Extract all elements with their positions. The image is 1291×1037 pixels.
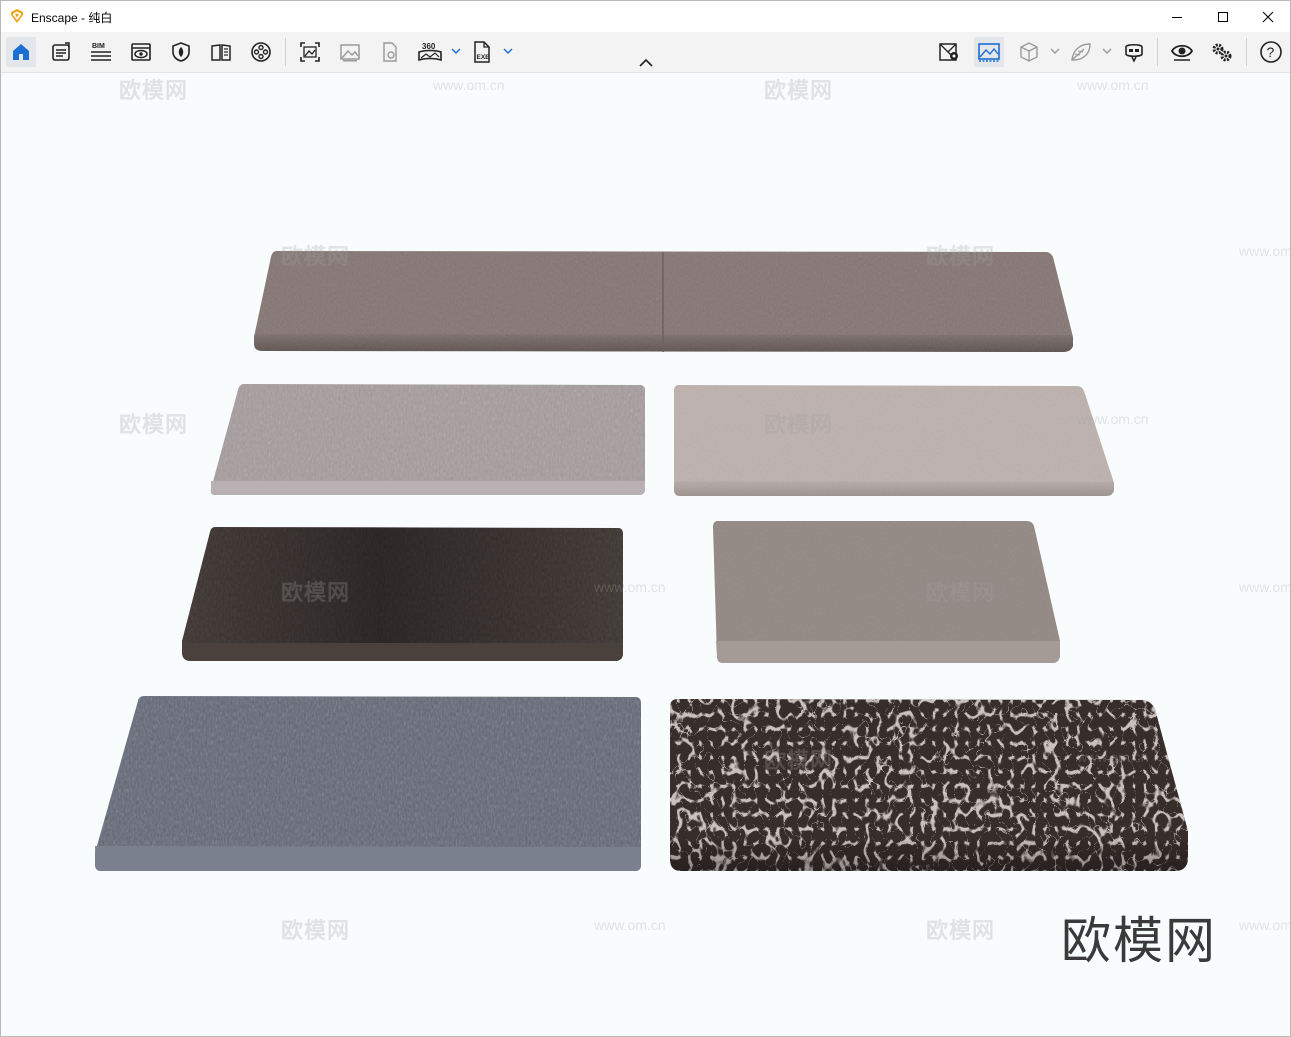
image-icon [340, 44, 360, 62]
panorama-chevron-down-icon[interactable] [451, 46, 461, 56]
eye-icon [1170, 44, 1194, 61]
watermark-url: www.om.cn [1239, 243, 1290, 259]
watermark-logo: 欧模网 [281, 580, 351, 605]
gears-icon [1212, 43, 1232, 62]
minimize-icon [1172, 16, 1182, 18]
landscape-icon [978, 43, 1000, 62]
watermark-logo: 欧模网 [926, 244, 996, 269]
cushion-scene [95, 251, 1188, 871]
watermark-url: www.om.cn [1077, 749, 1149, 765]
map-pin-icon [939, 43, 958, 61]
panorama-360-icon: 360 [418, 42, 442, 62]
watermark-url: www.om.cn [594, 917, 666, 933]
window-title: Enscape - 纯白 [31, 11, 113, 25]
enscape-logo-icon [11, 9, 23, 23]
film-reel-icon [251, 42, 271, 62]
watermark-logo: 欧模网 [926, 580, 996, 605]
maximize-icon [1218, 11, 1228, 22]
help-button[interactable]: ? [1256, 37, 1286, 67]
beige-linen-cushion[interactable] [674, 385, 1114, 496]
collaborative-annotation-button[interactable] [934, 37, 964, 67]
watermark-url: www.om.cn [1077, 77, 1149, 93]
close-icon [1262, 11, 1274, 22]
cube-icon [1020, 42, 1038, 62]
vr-headset-button[interactable] [1119, 37, 1149, 67]
toolbar-separator [285, 38, 286, 66]
general-settings-button[interactable] [1207, 37, 1237, 67]
orthographic-button[interactable] [1014, 37, 1044, 67]
help-icon: ? [1260, 41, 1282, 63]
home-button[interactable] [6, 37, 36, 67]
orthographic-chevron-down-icon[interactable] [1050, 46, 1060, 56]
croc-leather-cushion[interactable] [670, 699, 1188, 871]
video-editor-button[interactable] [246, 37, 276, 67]
watermark-url: www.om.cn [1239, 579, 1290, 595]
panorama-button[interactable]: 360 [415, 37, 445, 67]
visual-settings-button[interactable] [1167, 37, 1197, 67]
brand-logo: 欧模网 [1061, 912, 1217, 970]
taupe-velvet-cushion[interactable] [713, 521, 1060, 663]
toolbar-separator [1246, 38, 1247, 66]
svg-text:360: 360 [422, 42, 436, 51]
vr-headset-icon [1125, 43, 1143, 63]
watermark-url: www.om.cn [594, 579, 666, 595]
svg-text:BIM: BIM [92, 43, 105, 50]
svg-text:?: ? [1267, 44, 1275, 60]
home-icon [13, 44, 29, 60]
svg-text:EXE: EXE [477, 54, 491, 61]
book-icon [211, 44, 231, 61]
bim-button[interactable]: BIM [86, 37, 116, 67]
collapse-toolbar-chevron-up-icon[interactable] [637, 57, 655, 69]
sync-views-button[interactable] [974, 37, 1004, 67]
views-button[interactable] [126, 37, 156, 67]
maximize-button[interactable] [1200, 1, 1246, 32]
export-exe-chevron-down-icon[interactable] [503, 46, 513, 56]
eye-frame-icon [131, 43, 151, 61]
watermark-logo: 欧模网 [764, 748, 834, 773]
watermark-logo: 欧模网 [281, 918, 351, 943]
clipboard-icon [52, 42, 70, 61]
file-gear-icon [383, 42, 397, 62]
screenshot-button[interactable] [295, 37, 325, 67]
batch-render-button[interactable] [335, 37, 365, 67]
dark-leather-cushion[interactable] [182, 527, 623, 661]
watermark-logo: 欧模网 [926, 918, 996, 943]
watermark-logo: 欧模网 [119, 412, 189, 437]
watermark-url: www.om.cn [433, 77, 505, 93]
watermark-logo: 欧模网 [281, 244, 351, 269]
leaf-icon [1071, 43, 1091, 61]
watermark-url: www.om.cn [433, 411, 505, 427]
materials-chevron-down-icon[interactable] [1102, 46, 1112, 56]
asset-library-button[interactable] [166, 37, 196, 67]
materials-button[interactable] [1066, 37, 1096, 67]
toolbar-separator [1157, 38, 1158, 66]
blue-gray-melange-cushion[interactable] [95, 696, 641, 871]
watermark-logo: 欧模网 [119, 78, 189, 103]
export-exe-button[interactable]: EXE [467, 37, 497, 67]
minimize-button[interactable] [1154, 1, 1200, 32]
close-button[interactable] [1245, 1, 1290, 32]
material-editor-button[interactable] [206, 37, 236, 67]
watermark-url: www.om.cn [1239, 917, 1290, 933]
bim-icon: BIM [91, 43, 111, 61]
title-bar: Enscape - 纯白 [1, 1, 1290, 32]
watermark-logo: 欧模网 [764, 412, 834, 437]
watermark-logo: 欧模网 [764, 78, 834, 103]
render-viewport[interactable]: 欧模网 www.om.cn 欧模网 www.om.cn 欧模网 欧模网 www.… [1, 73, 1290, 1036]
light-gray-fabric-cushion[interactable] [210, 384, 646, 495]
watermark-url: www.om.cn [1077, 411, 1149, 427]
screenshot-icon [300, 42, 320, 62]
shield-leaf-icon [172, 42, 190, 62]
exe-file-icon: EXE [474, 41, 491, 63]
info-button[interactable] [46, 37, 76, 67]
export-file-button[interactable] [375, 37, 405, 67]
enscape-window: Enscape - 纯白 BIM 360 EXE ? 欧模网 www.om.cn… [0, 0, 1291, 1037]
